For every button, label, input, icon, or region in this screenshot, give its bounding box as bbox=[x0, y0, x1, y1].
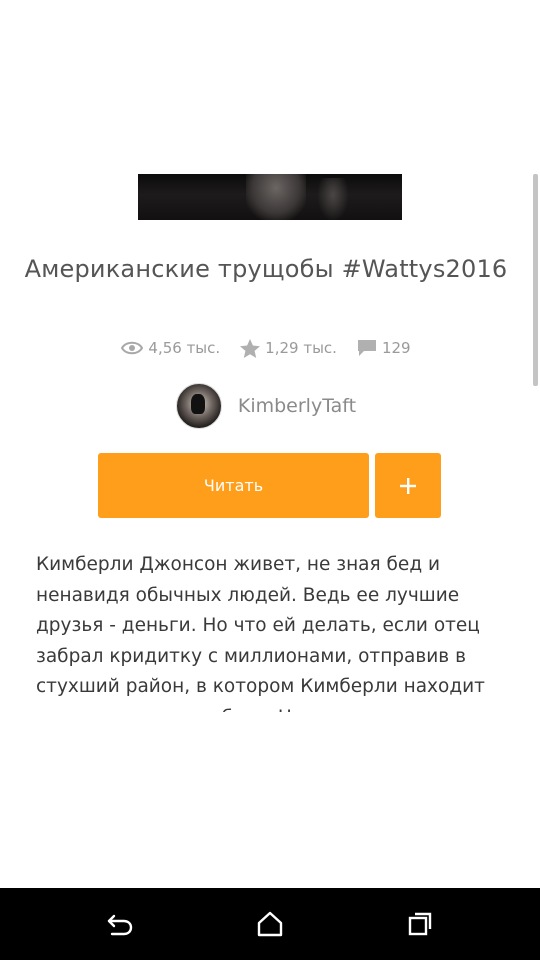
scrollbar[interactable] bbox=[533, 174, 538, 386]
read-button-label: Читать bbox=[203, 476, 264, 495]
description-line: друзья - деньги. Но что ей делать, если … bbox=[36, 615, 480, 636]
story-title: Американские трущобы #Wattys2016 bbox=[24, 255, 508, 283]
comments-stat: 129 bbox=[357, 339, 411, 357]
description-line: Кимберли Джонсон живет, не зная бед и bbox=[36, 554, 441, 575]
read-button[interactable]: Читать bbox=[98, 453, 369, 518]
views-stat: 4,56 тыс. bbox=[121, 339, 220, 357]
star-icon bbox=[240, 338, 261, 358]
plus-icon bbox=[400, 477, 416, 494]
story-description: Кимберли Джонсон живет, не зная бед и не… bbox=[36, 550, 506, 712]
description-line: новых подруг и любовь. Но главная цель bbox=[36, 703, 506, 713]
add-to-library-button[interactable] bbox=[375, 453, 441, 518]
description-line: ненавидя обычных людей. Ведь ее лучшие bbox=[36, 584, 460, 606]
author-avatar[interactable] bbox=[175, 383, 222, 429]
system-nav-bar bbox=[0, 888, 540, 960]
eye-icon bbox=[121, 341, 144, 355]
recents-icon[interactable] bbox=[406, 910, 434, 938]
story-stats: 4,56 тыс. 1,29 тыс. 129 bbox=[0, 336, 532, 360]
description-line: стухший район, в котором Кимберли находи… bbox=[36, 676, 485, 697]
author-name[interactable]: KimberlyTaft bbox=[238, 395, 356, 417]
comment-icon bbox=[357, 340, 376, 356]
description-line: забрал кридитку с миллионами, отправив в bbox=[36, 645, 466, 667]
home-icon[interactable] bbox=[256, 910, 284, 938]
author-row[interactable]: KimberlyTaft bbox=[0, 382, 532, 430]
comments-count: 129 bbox=[381, 339, 411, 357]
story-cover-image[interactable] bbox=[138, 174, 402, 220]
back-icon[interactable] bbox=[106, 910, 134, 938]
votes-count: 1,29 тыс. bbox=[265, 339, 337, 357]
votes-stat: 1,29 тыс. bbox=[240, 338, 337, 358]
views-count: 4,56 тыс. bbox=[148, 339, 221, 357]
